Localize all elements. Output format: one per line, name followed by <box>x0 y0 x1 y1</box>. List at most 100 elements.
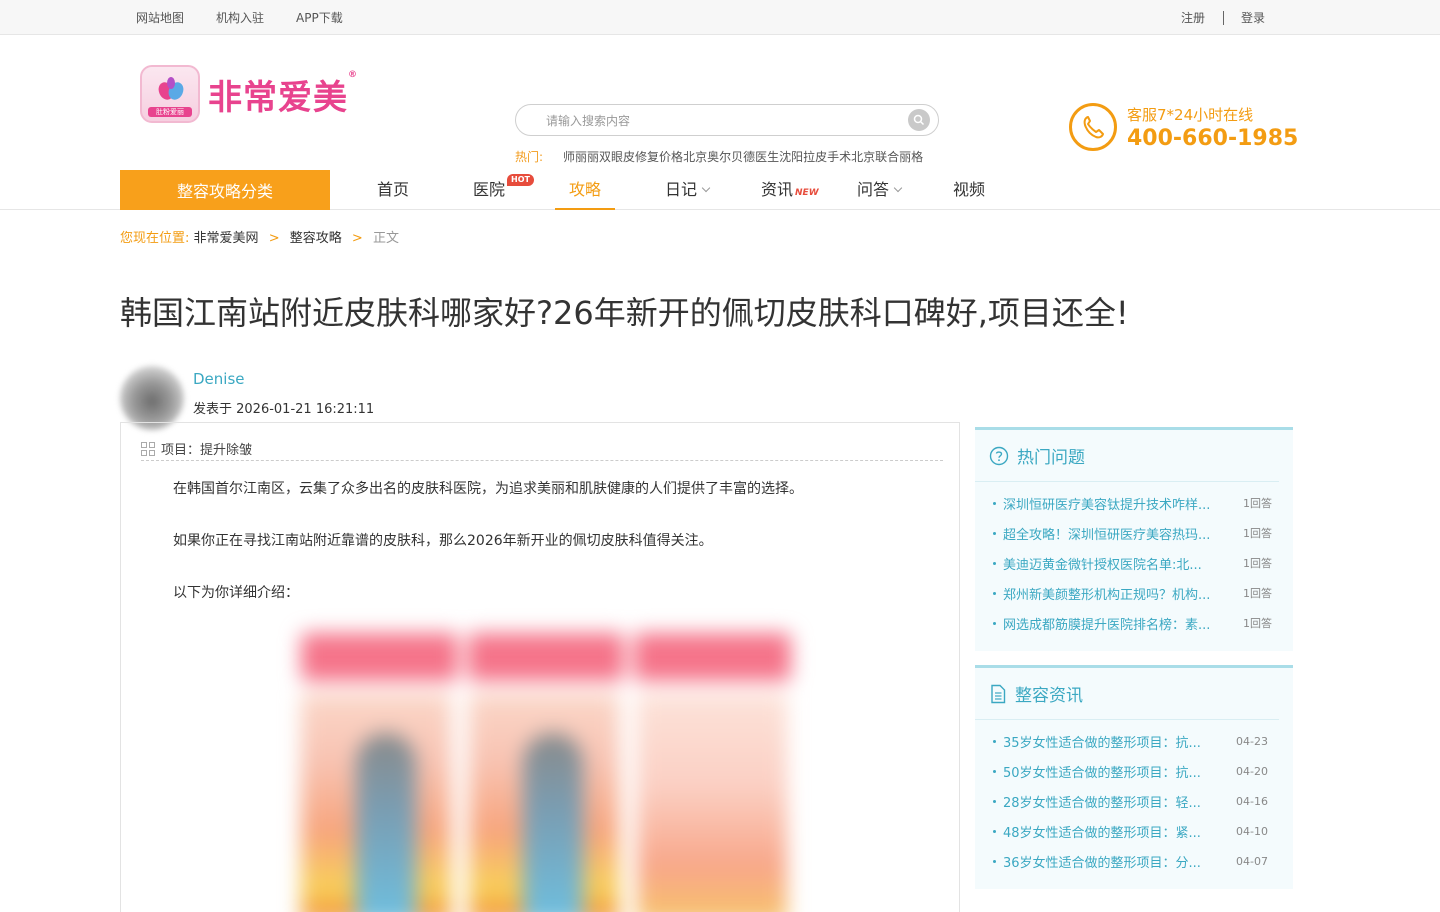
hot-word[interactable]: 师丽丽双眼皮修复价格 <box>563 148 683 165</box>
list-item[interactable]: 超全攻略！深圳恒研医疗美容热玛... 1回答 <box>975 518 1293 548</box>
app-download-link[interactable]: APP下载 <box>296 9 343 26</box>
list-item[interactable]: 35岁女性适合做的整形项目：抗... 04-23 <box>975 726 1293 756</box>
butterfly-icon <box>158 77 184 100</box>
site-map-link[interactable]: 网站地图 <box>136 9 184 26</box>
nav-hospital-label: 医院 <box>473 180 506 199</box>
article-paragraph: 在韩国首尔江南区，云集了众多出名的皮肤科医院，为追求美丽和肌肤健康的人们提供了丰… <box>173 481 803 497</box>
list-item[interactable]: 48岁女性适合做的整形项目：紧... 04-10 <box>975 816 1293 846</box>
register-link[interactable]: 注册 <box>1181 9 1205 26</box>
chevron-down-icon <box>701 183 711 193</box>
main-nav: 整容攻略分类 首页 医院 HOT 攻略 日记 资讯 NEW 问答 视频 <box>0 170 1440 210</box>
news-date: 04-07 <box>1236 854 1268 868</box>
article-image <box>301 633 792 912</box>
panel-title: 热门问题 <box>1017 448 1085 468</box>
hot-questions-panel: 热门问题 深圳恒研医疗美容钛提升技术咋样... 1回答 超全攻略！深圳恒研医疗美容… <box>975 427 1293 651</box>
news-date: 04-20 <box>1236 764 1268 778</box>
news-date: 04-16 <box>1236 794 1268 808</box>
author-name[interactable]: Denise <box>193 370 374 388</box>
question-text[interactable]: 郑州新美颜整形机构正规吗？机构... <box>1003 584 1227 603</box>
answer-count: 1回答 <box>1243 557 1272 570</box>
publish-date: 发表于 2026-01-21 16:21:11 <box>193 402 375 417</box>
news-panel: 整容资讯 35岁女性适合做的整形项目：抗... 04-23 50岁女性适合做的整形… <box>975 665 1293 889</box>
phone-icon <box>1069 103 1117 151</box>
question-text[interactable]: 美迪迈黄金微针授权医院名单:北... <box>1003 554 1227 573</box>
nav-qa-label: 问答 <box>857 180 890 199</box>
breadcrumb-separator: > <box>351 231 363 246</box>
avatar[interactable] <box>120 366 184 430</box>
category-button[interactable]: 整容攻略分类 <box>120 170 330 210</box>
panel-title: 整容资讯 <box>1015 686 1083 706</box>
document-icon <box>991 684 1006 703</box>
list-item[interactable]: 网选成都筋膜提升医院排名榜：素... 1回答 <box>975 608 1293 638</box>
answer-count: 1回答 <box>1243 587 1272 600</box>
logo-text: 非常爱美® <box>208 69 358 118</box>
list-item[interactable]: 36岁女性适合做的整形项目：分... 04-07 <box>975 846 1293 876</box>
article-paragraph: 以下为你详细介绍： <box>173 585 299 601</box>
list-item[interactable]: 郑州新美颜整形机构正规吗？机构... 1回答 <box>975 578 1293 608</box>
article-title: 韩国江南站附近皮肤科哪家好?26年新开的佩切皮肤科口碑好,项目还全! <box>120 294 1129 332</box>
question-text[interactable]: 网选成都筋膜提升医院排名榜：素... <box>1003 614 1227 633</box>
search-icon <box>913 114 925 126</box>
news-text[interactable]: 28岁女性适合做的整形项目：轻... <box>1003 792 1216 811</box>
hot-word[interactable]: 沈阳拉皮手术 <box>779 148 851 165</box>
question-text[interactable]: 深圳恒研医疗美容钛提升技术咋样... <box>1003 494 1227 513</box>
hot-searches: 热门: 师丽丽双眼皮修复价格 北京奥尔贝德医生 沈阳拉皮手术 北京联合丽格 <box>515 148 923 165</box>
list-item[interactable]: 美迪迈黄金微针授权医院名单:北... 1回答 <box>975 548 1293 578</box>
login-link[interactable]: 登录 <box>1241 9 1265 26</box>
project-tag: 项目：提升除皱 <box>141 437 943 461</box>
nav-video[interactable]: 视频 <box>953 170 985 210</box>
news-date: 04-10 <box>1236 824 1268 838</box>
hot-label: 热门: <box>515 150 544 164</box>
nav-news-label: 资讯 <box>761 180 794 199</box>
logo-tag: 肚粉爱丽 <box>148 107 192 117</box>
service-phone: 400-660-1985 <box>1127 125 1299 151</box>
hot-word[interactable]: 北京奥尔贝德医生 <box>683 148 779 165</box>
divider <box>1222 10 1224 25</box>
search-box <box>515 104 939 136</box>
nav-guide[interactable]: 攻略 <box>554 170 616 210</box>
site-header: 肚粉爱丽 非常爱美® 热门: 师丽丽双眼皮修复价格 北京奥尔贝德医生 沈阳拉皮手… <box>0 35 1440 170</box>
nav-home[interactable]: 首页 <box>377 170 409 210</box>
search-input[interactable] <box>546 111 886 131</box>
institution-join-link[interactable]: 机构入驻 <box>216 9 264 26</box>
breadcrumb-home[interactable]: 非常爱美网 <box>194 231 259 246</box>
breadcrumb-label: 您现在位置: <box>120 231 190 246</box>
breadcrumb-current: 正文 <box>372 231 399 246</box>
list-item[interactable]: 深圳恒研医疗美容钛提升技术咋样... 1回答 <box>975 488 1293 518</box>
breadcrumb-separator: > <box>268 231 280 246</box>
service-hours: 客服7*24小时在线 <box>1127 105 1254 124</box>
chevron-down-icon <box>893 183 903 193</box>
nav-diary[interactable]: 日记 <box>665 170 711 210</box>
breadcrumb-guide[interactable]: 整容攻略 <box>290 231 342 246</box>
hot-badge: HOT <box>507 174 534 186</box>
article-paragraph: 如果你正在寻找江南站附近靠谱的皮肤科，那么2026年新开业的佩切皮肤科值得关注。 <box>173 533 713 549</box>
article-body: 项目：提升除皱 在韩国首尔江南区，云集了众多出名的皮肤科医院，为追求美丽和肌肤健… <box>120 422 960 912</box>
top-bar: 网站地图 机构入驻 APP下载 注册 登录 <box>0 0 1440 35</box>
answer-count: 1回答 <box>1243 617 1272 630</box>
breadcrumb: 您现在位置: 非常爱美网 > 整容攻略 > 正文 <box>120 227 399 246</box>
list-item[interactable]: 50岁女性适合做的整形项目：抗... 04-20 <box>975 756 1293 786</box>
question-icon <box>989 446 1009 465</box>
nav-news[interactable]: 资讯 NEW <box>761 170 819 210</box>
answer-count: 1回答 <box>1243 497 1272 510</box>
site-logo[interactable]: 肚粉爱丽 非常爱美® <box>140 65 358 123</box>
top-links: 网站地图 机构入驻 APP下载 <box>136 0 343 35</box>
hot-word[interactable]: 北京联合丽格 <box>851 148 923 165</box>
list-item[interactable]: 28岁女性适合做的整形项目：轻... 04-16 <box>975 786 1293 816</box>
news-text[interactable]: 48岁女性适合做的整形项目：紧... <box>1003 822 1216 841</box>
nav-diary-label: 日记 <box>665 180 698 199</box>
question-text[interactable]: 超全攻略！深圳恒研医疗美容热玛... <box>1003 524 1227 543</box>
nav-hospital[interactable]: 医院 HOT <box>473 170 534 210</box>
news-date: 04-23 <box>1236 734 1268 748</box>
panel-header: 整容资讯 <box>975 668 1279 720</box>
author-block: Denise 发表于 2026-01-21 16:21:11 <box>120 366 374 430</box>
news-text[interactable]: 50岁女性适合做的整形项目：抗... <box>1003 762 1216 781</box>
account-links: 注册 登录 <box>1181 0 1265 35</box>
grid-icon <box>141 441 155 456</box>
logo-badge: 肚粉爱丽 <box>140 65 200 123</box>
news-text[interactable]: 35岁女性适合做的整形项目：抗... <box>1003 732 1216 751</box>
nav-qa[interactable]: 问答 <box>857 170 903 210</box>
search-button[interactable] <box>908 109 930 131</box>
customer-service: 客服7*24小时在线 400-660-1985 <box>1069 103 1298 151</box>
news-text[interactable]: 36岁女性适合做的整形项目：分... <box>1003 852 1216 871</box>
